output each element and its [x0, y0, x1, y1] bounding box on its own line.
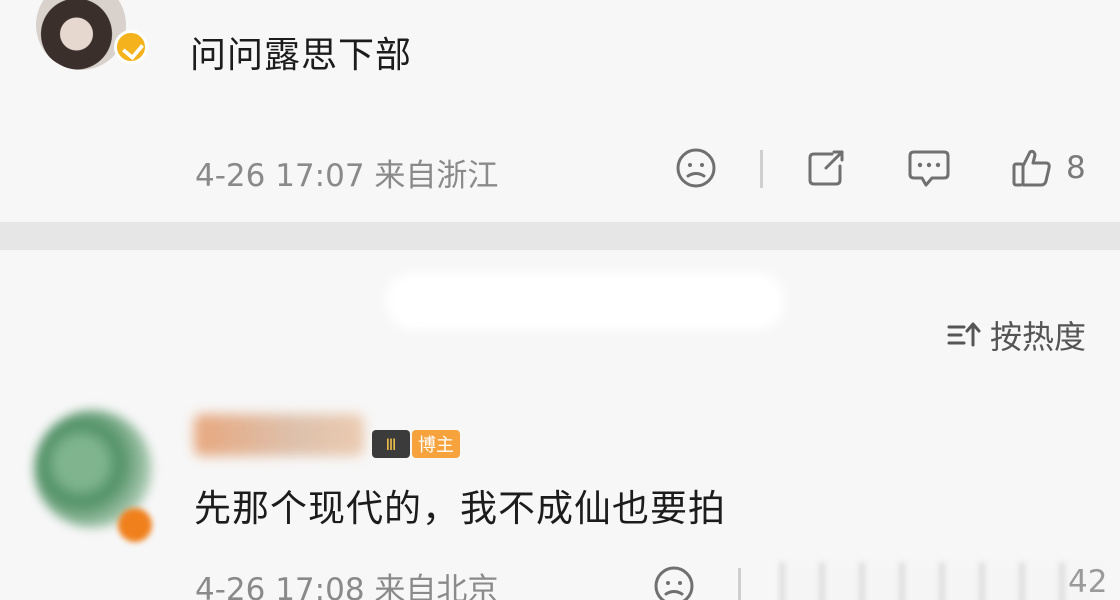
comment-text: 先那个现代的，我不成仙也要拍	[194, 487, 726, 530]
verified-badge-icon	[114, 30, 148, 64]
comment-icon	[908, 150, 950, 187]
avatar-badge-icon	[118, 508, 152, 542]
thumbs-up-icon	[1012, 149, 1051, 187]
comment-emoji-button[interactable]	[652, 564, 696, 600]
post-meta: 4-26 17:07 来自浙江	[195, 158, 499, 194]
sort-icon	[947, 322, 981, 347]
post-text: 问问露思下部	[190, 35, 413, 76]
emoji-icon	[654, 566, 694, 600]
like-button[interactable]: 8	[1010, 146, 1086, 190]
action-divider	[738, 568, 741, 600]
avatar[interactable]	[36, 0, 126, 70]
sort-label: 按热度	[989, 318, 1086, 356]
share-icon	[808, 150, 844, 186]
action-divider	[760, 150, 763, 188]
emoji-button[interactable]	[674, 146, 718, 190]
post-card: 问问露思下部 4-26 17:07 来自浙江 8	[0, 0, 1120, 222]
share-button[interactable]	[804, 146, 848, 190]
comment-button[interactable]	[906, 148, 952, 190]
redacted-region	[385, 272, 785, 330]
level-badge: Ⅲ	[372, 430, 410, 458]
sort-button[interactable]: 按热度	[946, 312, 1086, 358]
comments-section: 按热度 Ⅲ 博主 先那个现代的，我不成仙也要拍 4-26 17:08 来自北京 …	[0, 250, 1120, 600]
emoji-icon	[676, 148, 716, 188]
author-badge: 博主	[412, 430, 460, 458]
post-author-avatar-wrap[interactable]	[36, 0, 148, 70]
like-count: 8	[1066, 150, 1086, 186]
blurred-actions	[780, 562, 1100, 600]
comment-count: 42	[1068, 564, 1108, 600]
comment-meta: 4-26 17:08 来自北京	[195, 572, 499, 600]
section-divider	[0, 222, 1120, 250]
comment-username[interactable]	[194, 414, 364, 456]
